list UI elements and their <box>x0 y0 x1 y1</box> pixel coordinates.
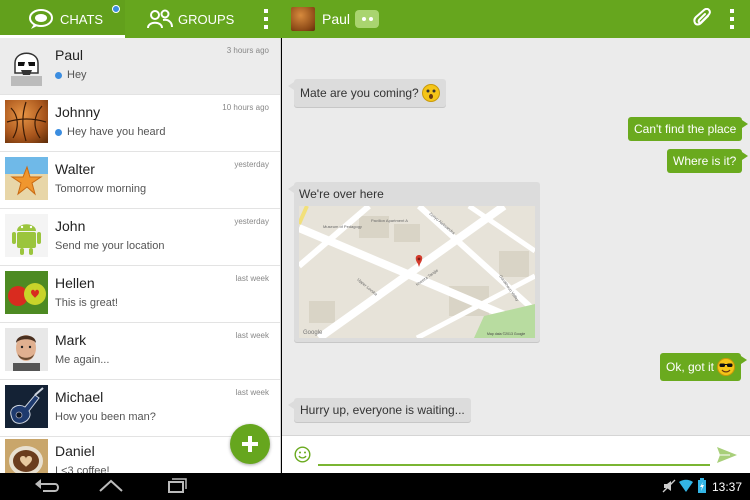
message-time: last week <box>235 274 269 283</box>
chat-list-item[interactable]: Mark Me again... last week <box>0 323 280 380</box>
last-message: I <3 coffee! <box>55 465 110 473</box>
conversation-avatar[interactable] <box>291 7 315 31</box>
outgoing-message[interactable]: Ok, got it <box>660 353 748 381</box>
avatar <box>5 43 48 86</box>
sunglasses-emoji-icon <box>717 358 736 376</box>
tab-groups[interactable]: GROUPS <box>146 0 266 38</box>
contact-name: Michael <box>55 389 104 405</box>
muted-icon <box>662 479 676 493</box>
overflow-menu-icon[interactable] <box>258 9 274 29</box>
incoming-message[interactable]: Hurry up, everyone is waiting... <box>288 398 471 422</box>
outgoing-message[interactable]: Can't find the place <box>628 117 749 141</box>
battery-charging-icon <box>698 478 706 493</box>
contact-name: Paul <box>55 47 84 63</box>
typing-indicator-icon <box>355 10 379 28</box>
conversation-contact-name[interactable]: Paul <box>322 11 350 27</box>
message-input[interactable] <box>318 444 710 466</box>
system-navigation-bar: 13:37 <box>0 473 750 500</box>
message-text: Where is it? <box>673 154 737 168</box>
unread-dot <box>55 128 62 136</box>
last-message: Send me your location <box>55 240 165 252</box>
avatar <box>5 328 48 371</box>
message-text: Hurry up, everyone is waiting... <box>300 403 465 417</box>
tab-chats-label: CHATS <box>60 11 104 27</box>
map-brand: Google <box>303 330 323 336</box>
contact-name: Hellen <box>55 275 95 291</box>
map-label: Pavillon Apartment A <box>371 218 408 223</box>
message-text: Ok, got it <box>666 360 715 374</box>
contact-name: Johnny <box>55 104 101 120</box>
notification-dot <box>112 5 120 13</box>
message-time: last week <box>235 388 269 397</box>
avatar <box>5 214 48 257</box>
message-time: 3 hours ago <box>226 46 269 55</box>
back-icon[interactable] <box>33 476 61 496</box>
last-message: This is great! <box>55 297 118 309</box>
message-time: last week <box>235 331 269 340</box>
last-message: Tomorrow morning <box>55 183 147 195</box>
map-copyright: Map data ©2013 Google <box>487 332 525 336</box>
last-message: Hey have you heard <box>55 126 165 138</box>
message-composer <box>282 435 750 473</box>
conversation-menu-icon[interactable] <box>724 9 740 29</box>
tab-groups-label: GROUPS <box>178 11 235 27</box>
send-icon[interactable] <box>716 446 738 464</box>
avatar <box>5 157 48 200</box>
confused-emoji-icon <box>421 84 440 102</box>
avatar <box>5 100 48 143</box>
outgoing-message[interactable]: Where is it? <box>667 149 749 173</box>
conversation-pane: Mate are you coming? Can't find the plac… <box>282 38 750 435</box>
paperclip-icon[interactable] <box>693 8 713 30</box>
message-time: yesterday <box>234 160 269 169</box>
contact-name: Daniel <box>55 443 95 459</box>
home-icon[interactable] <box>97 476 125 496</box>
message-text: Can't find the place <box>634 122 737 136</box>
new-chat-button[interactable] <box>230 424 270 464</box>
recent-apps-icon[interactable] <box>162 476 190 496</box>
chat-bubbles-icon <box>29 9 53 29</box>
message-time: 10 hours ago <box>222 103 269 112</box>
incoming-message[interactable]: Mate are you coming? <box>288 79 446 107</box>
map-label: Museum of Pedagogy <box>323 224 362 229</box>
wifi-icon <box>679 479 693 492</box>
chat-list-item[interactable]: Walter Tomorrow morning yesterday <box>0 152 280 209</box>
action-bar: CHATS GROUPS Paul <box>0 0 750 38</box>
contact-name: John <box>55 218 86 234</box>
chat-list-item[interactable]: Paul Hey 3 hours ago <box>0 38 280 95</box>
contact-name: Walter <box>55 161 95 177</box>
chat-list-item[interactable]: John Send me your location yesterday <box>0 209 280 266</box>
chat-list-item[interactable]: Hellen This is great! last week <box>0 266 280 323</box>
message-text: We're over here <box>299 187 384 201</box>
last-message: How you been man? <box>55 411 156 423</box>
message-text: Mate are you coming? <box>300 86 419 100</box>
chat-list: Paul Hey 3 hours ago Johnny Hey have you… <box>0 38 281 473</box>
tab-chats[interactable]: CHATS <box>0 0 125 38</box>
group-icon <box>147 9 173 29</box>
message-time: yesterday <box>234 217 269 226</box>
location-map[interactable]: Pavillon Apartment A Museum of Pedagogy … <box>299 206 535 338</box>
incoming-map-message[interactable]: We're over here Pavillon Apartment A Mus… <box>288 182 540 342</box>
avatar <box>5 385 48 428</box>
last-message: Me again... <box>55 354 110 366</box>
chat-list-item[interactable]: Johnny Hey have you heard 10 hours ago <box>0 95 280 152</box>
clock: 13:37 <box>712 480 743 494</box>
contact-name: Mark <box>55 332 87 348</box>
last-message: Hey <box>55 69 87 81</box>
unread-dot <box>55 71 62 79</box>
avatar <box>5 439 48 473</box>
smiley-icon[interactable] <box>294 446 311 463</box>
avatar <box>5 271 48 314</box>
